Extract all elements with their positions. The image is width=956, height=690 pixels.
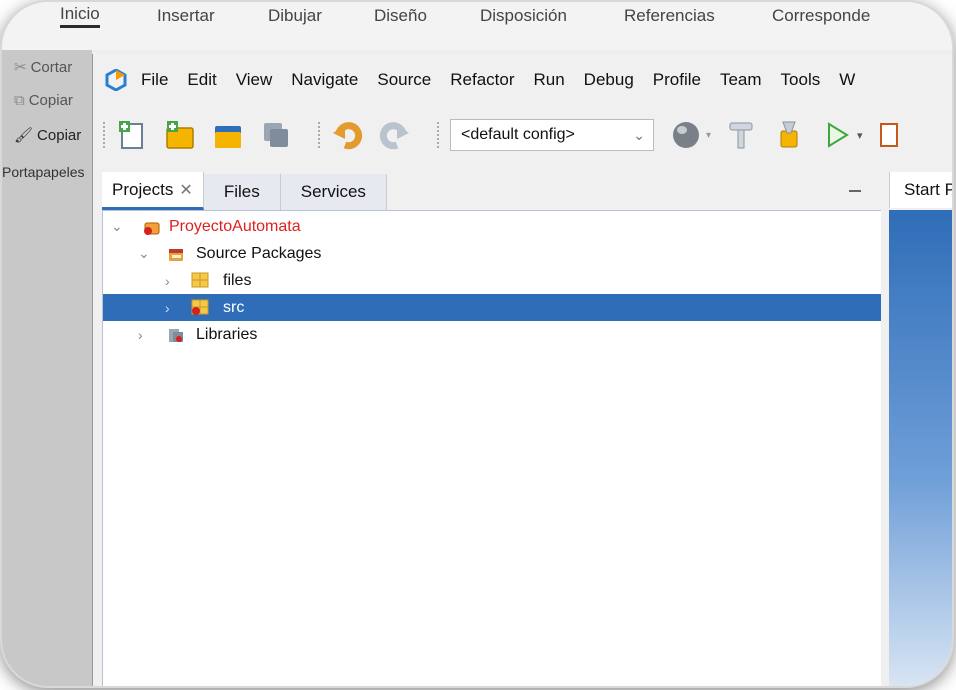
tree-node-libraries[interactable]: › Libraries xyxy=(103,321,882,348)
menu-profile[interactable]: Profile xyxy=(653,70,701,90)
clipboard-group-label: Portapapeles xyxy=(2,164,85,180)
new-file-icon[interactable] xyxy=(116,119,148,151)
src-label: src xyxy=(223,298,245,316)
netbeans-window: File Edit View Navigate Source Refactor … xyxy=(92,54,952,686)
globe-dropdown-icon[interactable]: ▾ xyxy=(706,130,711,141)
chevron-right-icon[interactable]: › xyxy=(138,327,143,343)
chevron-down-icon[interactable]: ⌄ xyxy=(111,218,123,235)
config-value: <default config> xyxy=(461,126,575,143)
menu-bar: File Edit View Navigate Source Refactor … xyxy=(93,54,952,106)
menu-view[interactable]: View xyxy=(236,70,273,90)
tab-start-page-label: Start P xyxy=(904,180,952,199)
tab-start-page[interactable]: Start P xyxy=(889,172,952,208)
menu-window[interactable]: W xyxy=(839,70,855,90)
netbeans-logo-icon xyxy=(105,69,127,91)
tab-files-label: Files xyxy=(223,182,260,201)
menu-tools[interactable]: Tools xyxy=(781,70,821,90)
tab-services-label: Services xyxy=(300,182,366,201)
clean-build-icon[interactable] xyxy=(773,119,805,151)
ribbon-tab-diseno[interactable]: Diseño xyxy=(374,6,427,26)
ribbon-tab-disposicion[interactable]: Disposición xyxy=(480,6,567,26)
package-error-icon xyxy=(191,299,209,315)
chevron-right-icon[interactable]: › xyxy=(165,300,170,316)
save-all-icon[interactable] xyxy=(260,119,292,151)
project-label: ProyectoAutomata xyxy=(169,217,301,235)
copy-button[interactable]: ⧉ Copiar xyxy=(14,92,73,109)
globe-icon[interactable] xyxy=(670,119,702,151)
toolbar-grip-2[interactable] xyxy=(318,122,323,148)
new-project-icon[interactable] xyxy=(164,119,196,151)
config-select[interactable]: <default config> ⌄ xyxy=(450,119,654,151)
source-packages-icon xyxy=(169,249,183,261)
ribbon-tab-correspondencia[interactable]: Corresponde xyxy=(772,6,870,26)
project-icon xyxy=(144,222,160,235)
chevron-down-icon[interactable]: ⌄ xyxy=(138,245,150,262)
menu-team[interactable]: Team xyxy=(720,70,762,90)
main-toolbar: <default config> ⌄ ▾ ▾ xyxy=(93,106,952,164)
toolbar-grip-3[interactable] xyxy=(437,122,442,148)
format-painter-label: Copiar xyxy=(37,126,82,144)
run-icon[interactable] xyxy=(821,119,853,151)
minimize-icon[interactable] xyxy=(849,190,861,192)
tree-node-src[interactable]: › src xyxy=(103,294,882,321)
menu-refactor[interactable]: Refactor xyxy=(450,70,514,90)
explorer-tabs: Projects ✕ Files Services xyxy=(93,172,952,210)
build-hammer-icon[interactable] xyxy=(725,119,757,151)
tab-files[interactable]: Files xyxy=(203,174,281,210)
debug-icon[interactable] xyxy=(875,119,907,151)
tree-node-project[interactable]: ⌄ ProyectoAutomata xyxy=(103,213,882,240)
screenshot-frame: Inicio Insertar Dibujar Diseño Disposici… xyxy=(2,2,952,686)
toolbar-grip[interactable] xyxy=(103,122,108,148)
tree-node-files[interactable]: › files xyxy=(103,267,882,294)
projects-tree: ⌄ ProyectoAutomata ⌄ Source Packages › f… xyxy=(102,210,883,686)
source-packages-label: Source Packages xyxy=(196,244,322,262)
redo-icon[interactable] xyxy=(379,119,411,151)
close-icon[interactable]: ✕ xyxy=(179,180,192,200)
tab-projects[interactable]: Projects ✕ xyxy=(102,172,204,210)
menu-debug[interactable]: Debug xyxy=(584,70,634,90)
menu-run[interactable]: Run xyxy=(533,70,564,90)
undo-icon[interactable] xyxy=(331,119,363,151)
panel-splitter[interactable] xyxy=(881,210,889,686)
menu-navigate[interactable]: Navigate xyxy=(291,70,358,90)
cut-button[interactable]: ✂ Cortar xyxy=(14,58,73,77)
chevron-down-icon: ⌄ xyxy=(633,126,645,143)
open-project-icon[interactable] xyxy=(212,119,244,151)
ribbon-tab-inicio[interactable]: Inicio xyxy=(60,4,100,28)
start-page-content xyxy=(889,210,952,686)
menu-edit[interactable]: Edit xyxy=(187,70,216,90)
ribbon-tab-insertar[interactable]: Insertar xyxy=(157,6,215,26)
ribbon-tab-dibujar[interactable]: Dibujar xyxy=(268,6,322,26)
package-icon xyxy=(191,272,209,288)
libraries-label: Libraries xyxy=(196,325,258,343)
tab-projects-label: Projects xyxy=(112,179,174,199)
cut-label: Cortar xyxy=(30,58,73,76)
brush-icon: 🖌 xyxy=(14,127,34,144)
libraries-icon xyxy=(169,329,183,342)
tab-services[interactable]: Services xyxy=(280,174,387,210)
menu-source[interactable]: Source xyxy=(377,70,431,90)
ribbon-tab-referencias[interactable]: Referencias xyxy=(624,6,715,26)
menu-file[interactable]: File xyxy=(141,70,168,90)
tree-node-source-packages[interactable]: ⌄ Source Packages xyxy=(103,240,882,267)
chevron-right-icon[interactable]: › xyxy=(165,273,170,289)
scissors-icon: ✂ xyxy=(14,59,27,76)
run-dropdown-icon[interactable]: ▾ xyxy=(857,129,863,142)
word-ribbon: Inicio Insertar Dibujar Diseño Disposici… xyxy=(2,2,952,50)
format-painter-button[interactable]: 🖌 Copiar xyxy=(14,126,82,145)
files-label: files xyxy=(223,271,252,289)
word-clipboard-panel: ✂ Cortar ⧉ Copiar 🖌 Copiar Portapapeles xyxy=(2,50,92,686)
copy-label: Copiar xyxy=(28,92,73,109)
copy-icon: ⧉ xyxy=(14,92,25,109)
